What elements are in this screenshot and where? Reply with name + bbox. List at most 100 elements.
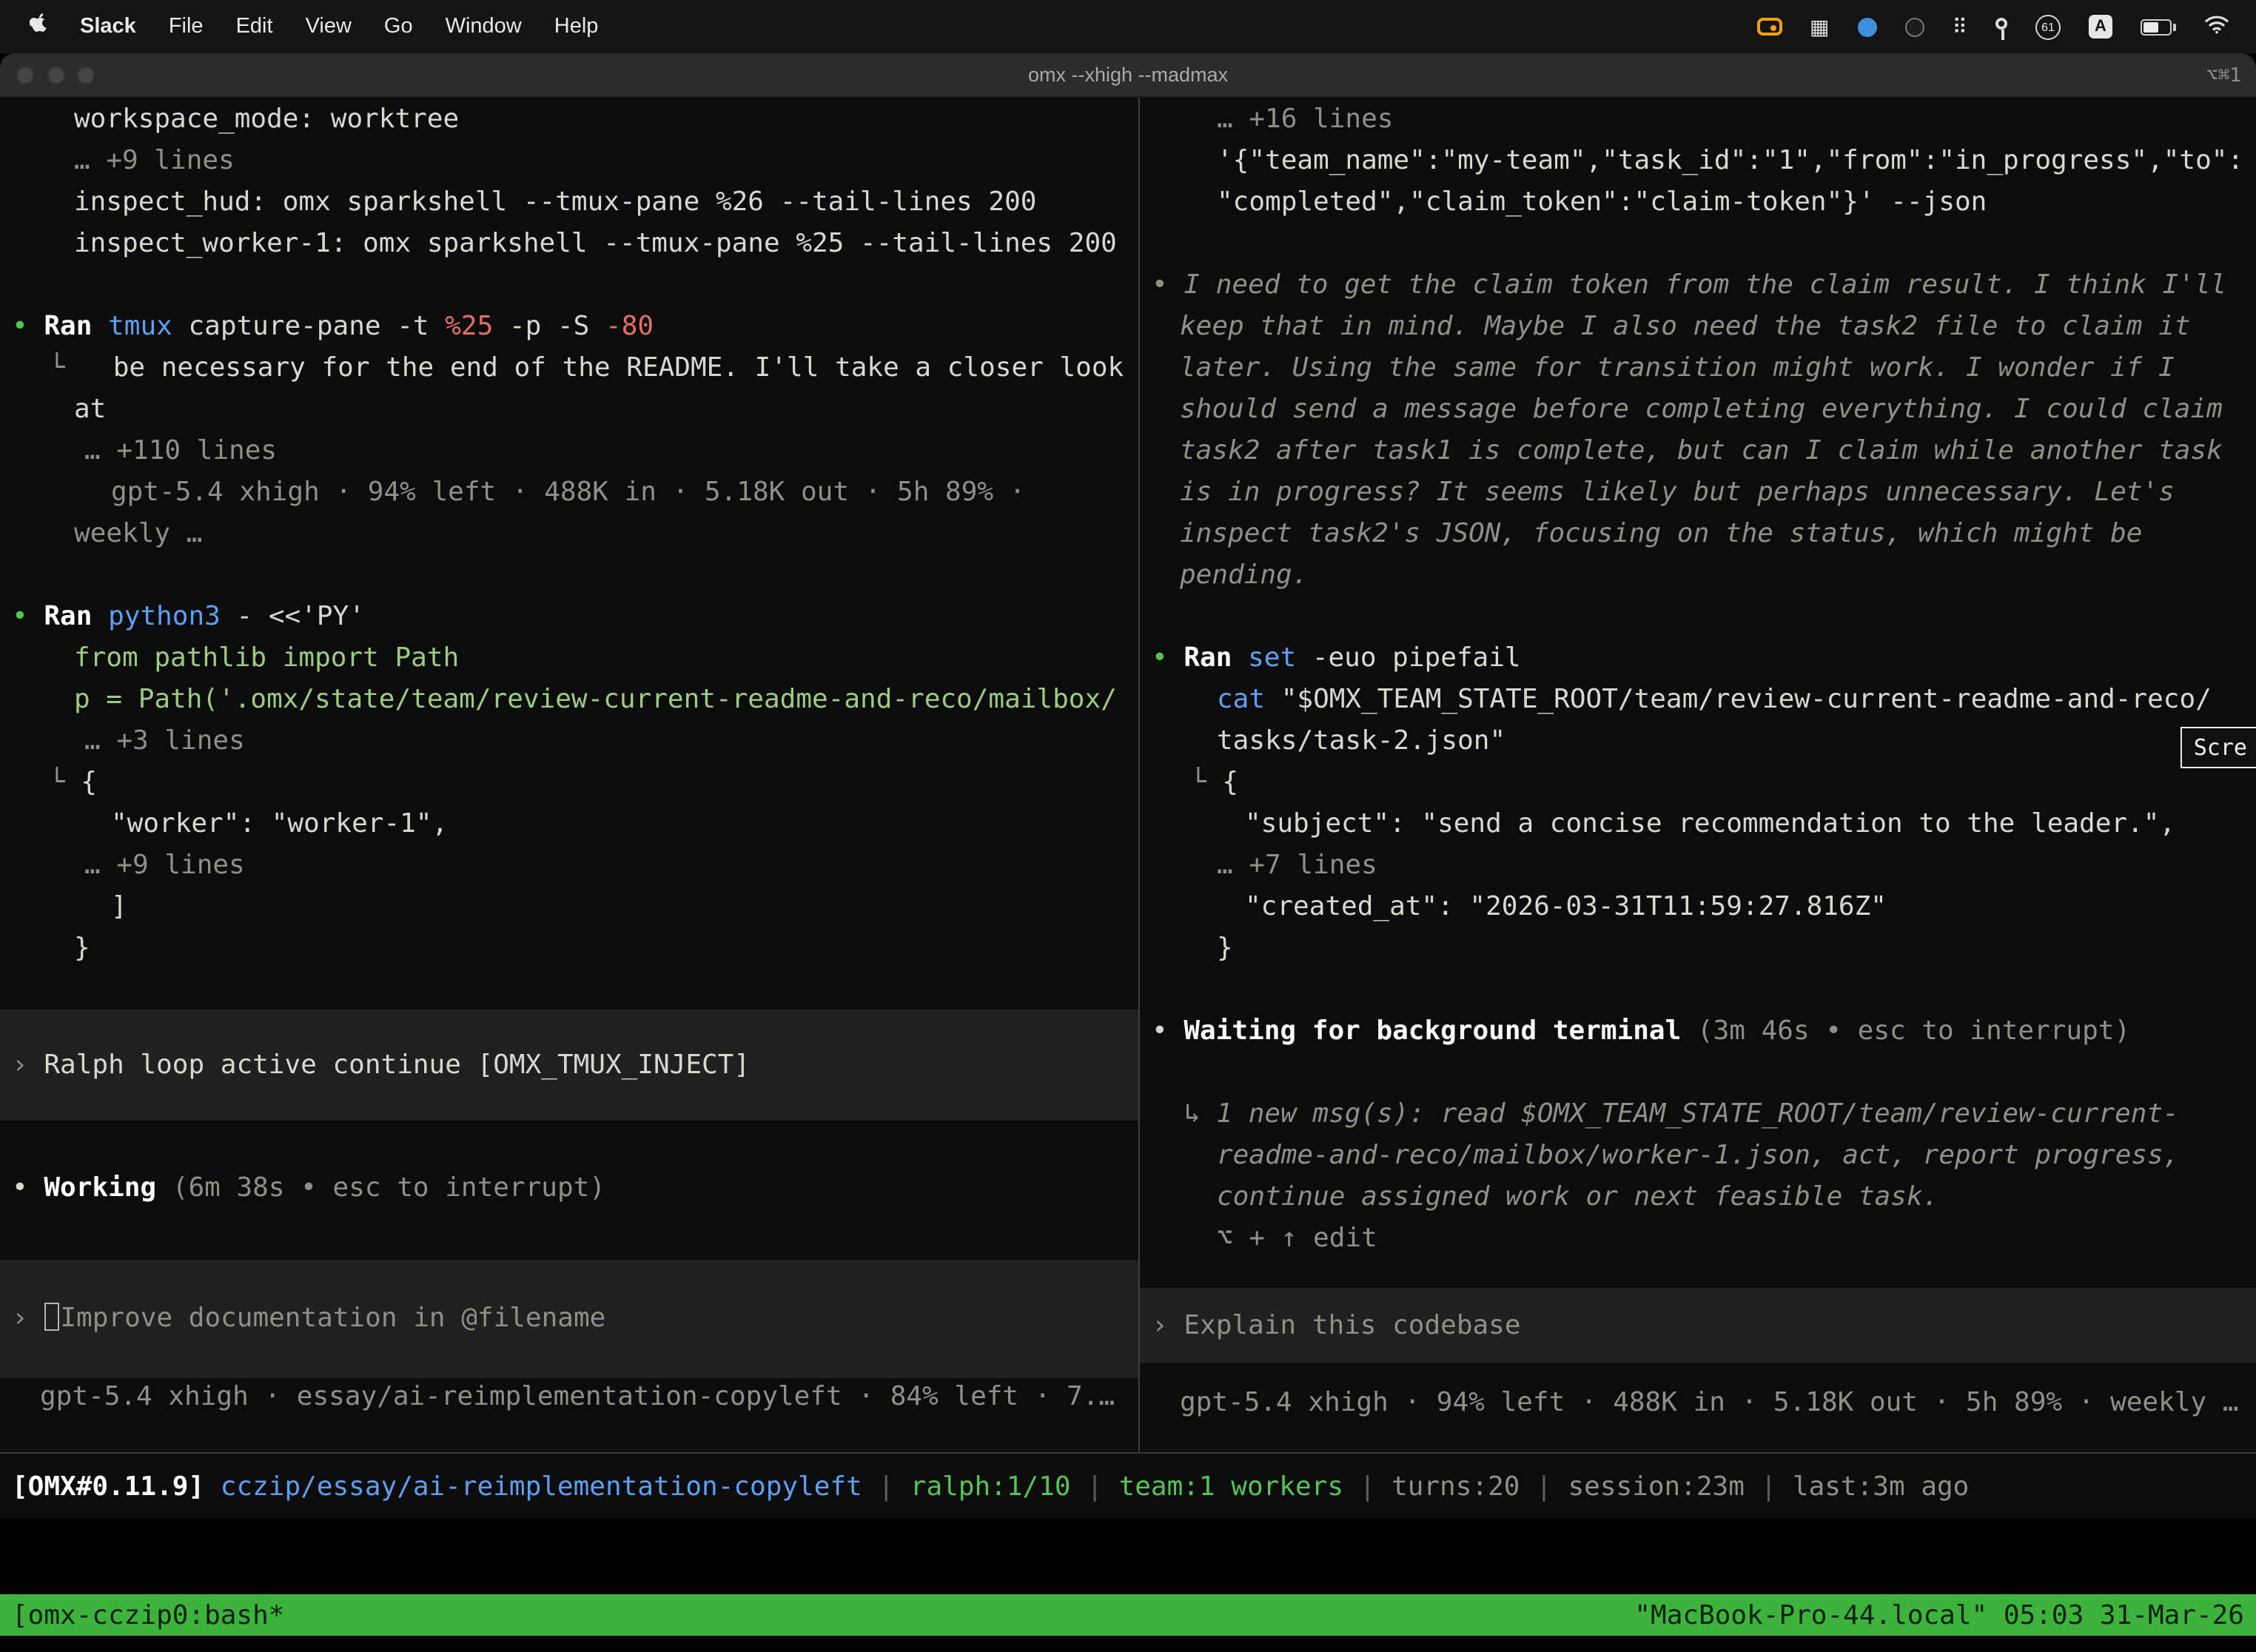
terminal-line-text: p = Path('.omx/state/team/review-current… xyxy=(0,684,1138,715)
menu-help[interactable]: Help xyxy=(538,0,615,53)
text-segment: › xyxy=(12,1303,44,1334)
text-segment: python3 xyxy=(108,601,236,632)
terminal-line-text: • I need to get the claim token from the… xyxy=(1140,269,2256,300)
terminal-line-text: inspect_worker-1: omx sparkshell --tmux-… xyxy=(0,228,1138,259)
text-segment: %25 xyxy=(445,311,509,342)
text-segment: | xyxy=(1520,1471,1568,1502)
text-segment: └ xyxy=(1190,767,1222,798)
text-segment: gpt-5.4 xhigh · essay/ai-reimplementatio… xyxy=(40,1381,1115,1412)
menubar-menus: Slack File Edit View Go Window Help xyxy=(21,0,614,53)
input-source-letter: A xyxy=(2095,18,2106,36)
text-segment: gpt-5.4 xhigh · 94% left · 488K in · 5.1… xyxy=(1180,1387,2239,1418)
terminal-line-text: weekly … xyxy=(0,518,1138,549)
terminal-line: is in progress? It seems likely but perh… xyxy=(1140,477,2256,518)
edit-hint-line: ⌥ + ↑ edit xyxy=(1140,1223,2256,1264)
text-segment: | xyxy=(1343,1471,1391,1502)
text-segment: { xyxy=(1222,767,1238,798)
gauge-61-icon[interactable]: 61 xyxy=(2035,14,2061,39)
terminal-line: "completed","claim_token":"claim-token"}… xyxy=(1140,187,2256,228)
text-segment: session:23m xyxy=(1568,1471,1744,1502)
text-segment: set xyxy=(1248,642,1312,674)
ralph-loop-prompt-row[interactable]: › Ralph loop active continue [OMX_TMUX_I… xyxy=(0,1010,1138,1121)
text-segment: └ xyxy=(49,352,113,383)
text-segment: … +9 lines xyxy=(84,850,245,881)
menu-view[interactable]: View xyxy=(289,0,368,53)
text-segment: turns:20 xyxy=(1391,1471,1520,1502)
text-segment: ⌥ + ↑ edit xyxy=(1217,1223,1377,1254)
terminal-line-text: readme-and-reco/mailbox/worker-1.json, a… xyxy=(1140,1140,2256,1171)
terminal-line: } xyxy=(0,933,1138,974)
terminal-line-text: '{"team_name":"my-team","task_id":"1","f… xyxy=(1140,145,2256,176)
terminal-line-text: … +16 lines xyxy=(1140,104,2256,135)
new-message-note: ↳ 1 new msg(s): read $OMX_TEAM_STATE_ROO… xyxy=(1140,1098,2256,1140)
window-titlebar[interactable]: omx --xhigh --madmax ⌥⌘1 xyxy=(0,53,2256,98)
terminal-line-text: "worker": "worker-1", xyxy=(0,808,1138,839)
wifi-icon[interactable] xyxy=(2204,14,2229,39)
text-segment: Working xyxy=(44,1172,172,1203)
terminal-line: … +9 lines xyxy=(0,145,1138,187)
text-segment: - <<'PY' xyxy=(237,601,365,632)
terminal-line-text: … +110 lines xyxy=(0,435,1138,466)
left-terminal-pane[interactable]: workspace_mode: worktree… +9 linesinspec… xyxy=(0,98,1138,1452)
window-shortcut-badge: ⌥⌘1 xyxy=(2206,53,2241,98)
text-segment: -euo pipefail xyxy=(1312,642,1521,674)
terminal-line-text: keep that in mind. Maybe I also need the… xyxy=(1140,311,2256,342)
battery-icon[interactable] xyxy=(2141,19,2176,35)
screen-recording-icon[interactable] xyxy=(1756,18,1782,36)
terminal-line-text: • Ran tmux capture-pane -t %25 -p -S -80 xyxy=(0,311,1138,342)
terminal-line-text: ⌥ + ↑ edit xyxy=(1140,1223,2256,1254)
text-segment: should send a message before completing … xyxy=(1180,394,2223,425)
menu-edit[interactable]: Edit xyxy=(220,0,289,53)
text-segment: • xyxy=(1152,1015,1184,1047)
macos-menubar: Slack File Edit View Go Window Help ▦ ⠿ … xyxy=(0,0,2256,53)
terminal-line-text: } xyxy=(1140,933,2256,964)
menu-window[interactable]: Window xyxy=(429,0,538,53)
input-source-icon[interactable]: A xyxy=(2089,15,2112,38)
menu-file[interactable]: File xyxy=(152,0,220,53)
below-tmux-strip xyxy=(0,1636,2256,1652)
text-segment: inspect_worker-1: omx sparkshell --tmux-… xyxy=(74,228,1117,259)
terminal-line: … +16 lines xyxy=(1140,104,2256,145)
thinking-line: • I need to get the claim token from the… xyxy=(1140,269,2256,311)
app-status-blue-icon[interactable] xyxy=(1857,17,1876,36)
text-segment: | xyxy=(1745,1471,1793,1502)
text-segment: "worker": "worker-1", xyxy=(111,808,448,839)
suggestion-prompt-row[interactable]: › Explain this codebase xyxy=(1140,1288,2256,1363)
grid-icon[interactable]: ▦ xyxy=(1810,16,1829,37)
terminal-line-text: • Ran python3 - <<'PY' xyxy=(0,601,1138,632)
terminal-line-text: } xyxy=(0,933,1138,964)
text-segment: … +3 lines xyxy=(84,725,245,756)
text-segment: tasks/task-2.json" xyxy=(1217,725,1505,756)
apple-menu[interactable] xyxy=(21,12,64,41)
key-icon[interactable] xyxy=(1995,17,2007,29)
terminal-line: … +110 lines xyxy=(0,435,1138,477)
menu-app-name[interactable]: Slack xyxy=(64,0,152,53)
dots-grid-icon[interactable]: ⠿ xyxy=(1952,16,1967,37)
text-segment: • xyxy=(1152,642,1184,674)
terminal-line: later. Using the same for transition mig… xyxy=(1140,352,2256,394)
tmux-session-label: [omx-cczip0:bash* xyxy=(12,1599,284,1631)
menubar-status-icons: ▦ ⠿ 61 A xyxy=(1756,14,2235,39)
text-segment: "completed","claim_token":"claim-token"}… xyxy=(1217,187,1987,218)
terminal-line: cat "$OMX_TEAM_STATE_ROOT/team/review-cu… xyxy=(1140,684,2256,725)
text-segment: I need to get the claim token from the c… xyxy=(1184,269,2226,300)
terminal-line: "worker": "worker-1", xyxy=(0,808,1138,850)
text-segment: ] xyxy=(111,891,127,922)
menu-go[interactable]: Go xyxy=(368,0,429,53)
text-segment: workspace_mode: worktree xyxy=(74,104,459,135)
line-spacer xyxy=(0,1214,1138,1260)
line-spacer xyxy=(0,1121,1138,1172)
terminal-line: should send a message before completing … xyxy=(1140,394,2256,435)
text-segment: keep that in mind. Maybe I also need the… xyxy=(1180,311,2190,342)
ran-tmux-capture-line: • Ran tmux capture-pane -t %25 -p -S -80 xyxy=(0,311,1138,352)
text-segment: p = Path('.omx/state/team/review-current… xyxy=(74,684,1117,715)
screen: Slack File Edit View Go Window Help ▦ ⠿ … xyxy=(0,0,2256,1652)
composer-input-row[interactable]: › Improve documentation in @filename xyxy=(0,1260,1138,1378)
right-terminal-pane[interactable]: … +16 lines '{"team_name":"my-team","task… xyxy=(1140,98,2256,1452)
text-segment: ↳ xyxy=(1184,1098,1216,1129)
terminal-line-text: ↳ 1 new msg(s): read $OMX_TEAM_STATE_ROO… xyxy=(1140,1098,2256,1129)
text-segment: at xyxy=(74,394,106,425)
terminal-line-text: continue assigned work or next feasible … xyxy=(1140,1181,2256,1212)
app-status-dark-icon[interactable] xyxy=(1904,17,1924,36)
terminal-line: inspect_hud: omx sparkshell --tmux-pane … xyxy=(0,187,1138,228)
